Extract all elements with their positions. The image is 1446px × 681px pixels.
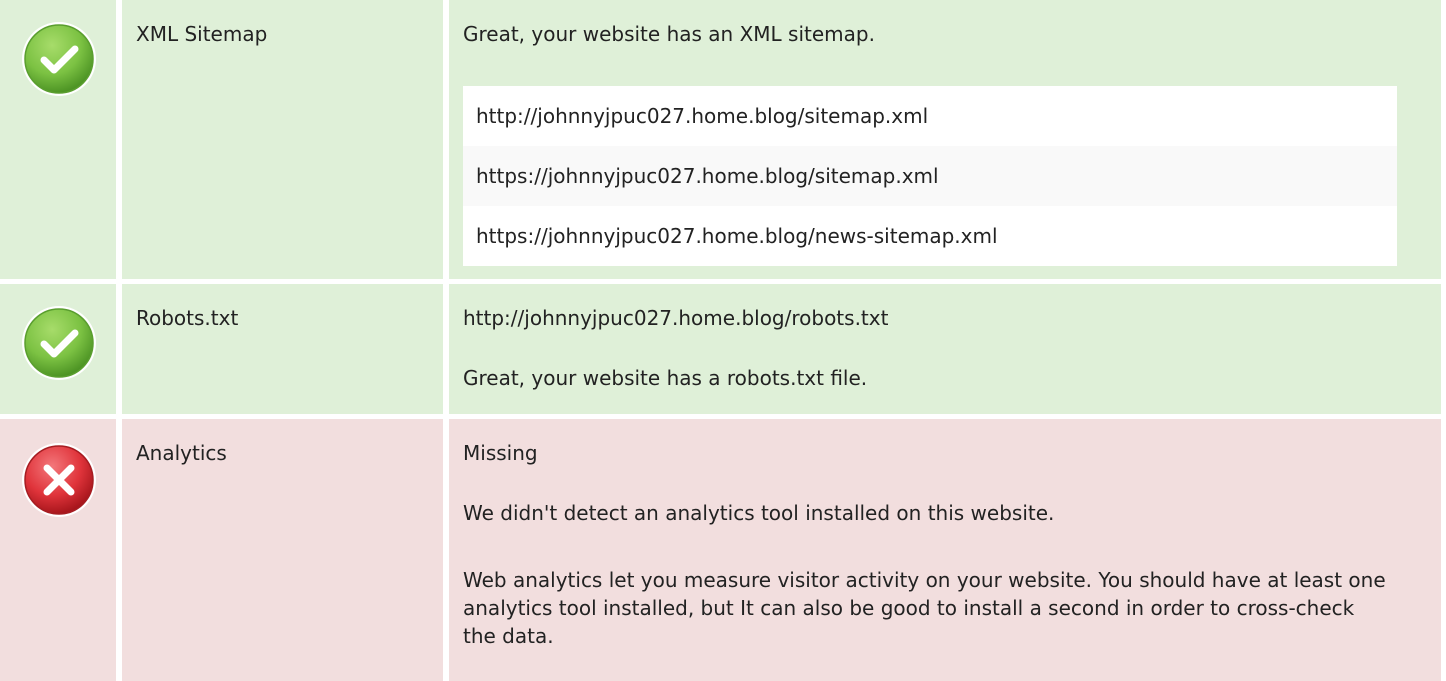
check-name-cell: Analytics [122,419,443,681]
check-message: Great, your website has a robots.txt fil… [463,366,868,390]
check-advice: Web analytics let you measure visitor ac… [463,568,1386,648]
check-name: XML Sitemap [136,22,268,46]
check-name-cell: Robots.txt [122,284,443,414]
check-value: Missing [463,441,538,465]
sitemap-url-list: http://johnnyjpuc027.home.blog/sitemap.x… [463,86,1397,266]
check-result-cell: Missing We didn't detect an analytics to… [449,419,1441,681]
status-cell [0,0,116,279]
sitemap-url-item[interactable]: https://johnnyjpuc027.home.blog/sitemap.… [463,146,1397,206]
check-message: We didn't detect an analytics tool insta… [463,501,1055,525]
check-circle-icon [20,304,98,382]
check-row-xml-sitemap: XML Sitemap Great, your website has an X… [0,0,1446,279]
sitemap-url-item[interactable]: https://johnnyjpuc027.home.blog/news-sit… [463,206,1397,266]
check-circle-icon [20,20,98,98]
check-name: Analytics [136,441,227,465]
check-row-robots-txt: Robots.txt http://johnnyjpuc027.home.blo… [0,284,1446,414]
cross-circle-icon [20,441,98,519]
check-row-analytics: Analytics Missing We didn't detect an an… [0,419,1446,681]
seo-report: XML Sitemap Great, your website has an X… [0,0,1446,681]
robots-url[interactable]: http://johnnyjpuc027.home.blog/robots.tx… [463,304,888,332]
check-message: Great, your website has an XML sitemap. [463,22,875,46]
check-result-cell: Great, your website has an XML sitemap. … [449,0,1441,279]
check-name: Robots.txt [136,306,239,330]
status-cell [0,419,116,681]
sitemap-url-item[interactable]: http://johnnyjpuc027.home.blog/sitemap.x… [463,86,1397,146]
check-name-cell: XML Sitemap [122,0,443,279]
status-cell [0,284,116,414]
check-result-cell: http://johnnyjpuc027.home.blog/robots.tx… [449,284,1441,414]
